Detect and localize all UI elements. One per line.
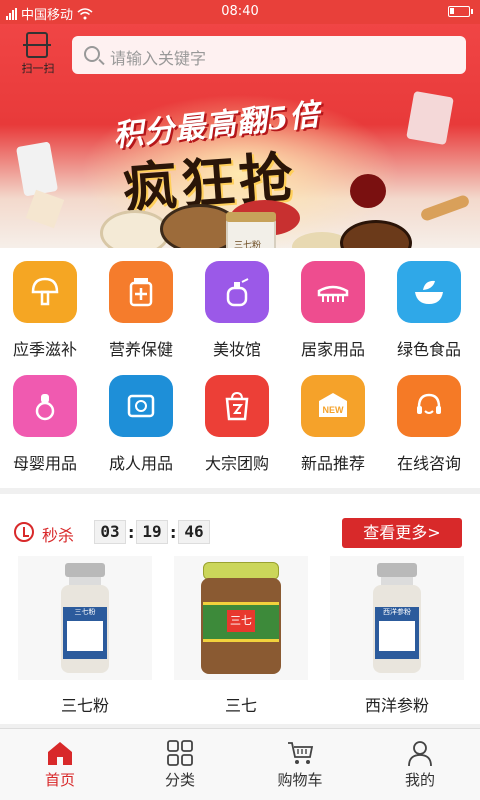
cart-icon [288, 742, 314, 764]
banner-decoration [25, 189, 65, 229]
nav-profile[interactable]: 我的 [360, 729, 480, 800]
scan-button[interactable]: 扫一扫 [14, 32, 62, 75]
support-headset-icon [397, 375, 461, 437]
product-card[interactable]: 三七粉 三七粉 [18, 556, 152, 715]
category-label: 在线咨询 [396, 454, 461, 473]
mushroom-icon [13, 261, 77, 323]
flash-sale-title: 秒杀 [42, 526, 75, 545]
banner-decoration [419, 193, 471, 223]
alarm-clock-icon [14, 522, 34, 542]
bottom-nav: 首页 分类 购物车 我的 [0, 728, 480, 800]
countdown-timer: 03 : 19 : 46 [94, 520, 210, 544]
category-label: 应季滋补 [12, 340, 77, 359]
scan-label: 扫一扫 [21, 62, 55, 75]
product-name: 西洋参粉 [364, 696, 429, 715]
category-seasonal-tonic[interactable]: 应季滋补 [0, 248, 90, 359]
banner-decoration [406, 90, 454, 146]
shopping-bag-icon [205, 375, 269, 437]
scan-icon [23, 32, 51, 58]
perfume-icon [205, 261, 269, 323]
brush-icon [301, 261, 365, 323]
countdown-separator: : [170, 522, 177, 542]
category-online-consult[interactable]: 在线咨询 [384, 362, 474, 473]
category-label: 新品推荐 [300, 454, 365, 473]
countdown-seconds: 46 [178, 520, 210, 544]
jar-label: 三七 [227, 610, 255, 632]
category-label: 成人用品 [108, 454, 173, 473]
medicine-bottle-icon [109, 261, 173, 323]
countdown-minutes: 19 [136, 520, 168, 544]
jar-image: 三七 [201, 562, 281, 674]
category-label: 母婴用品 [12, 454, 77, 473]
bottle-image: 三七粉 [61, 563, 109, 673]
product-image: 三七 [174, 556, 308, 680]
search-placeholder: 请输入关键字 [110, 49, 207, 68]
category-adult[interactable]: 成人用品 [96, 362, 186, 473]
condom-icon [109, 375, 173, 437]
product-image: 西洋参粉 [330, 556, 464, 680]
search-input[interactable]: 请输入关键字 [72, 36, 466, 74]
bowl-leaf-icon [397, 261, 461, 323]
category-label: 绿色食品 [396, 340, 461, 359]
nav-label: 我的 [404, 771, 435, 789]
svg-text:NEW: NEW [323, 405, 345, 415]
nav-label: 首页 [44, 771, 75, 789]
category-beauty[interactable]: 美妆馆 [192, 248, 282, 359]
flash-sale-section: 秒杀 03 : 19 : 46 查看更多> 三七粉 三七粉 三七 三七 西洋参粉… [0, 494, 480, 724]
category-new-products[interactable]: NEW 新品推荐 [288, 362, 378, 473]
nav-label: 分类 [164, 771, 195, 789]
status-time: 08:40 [221, 4, 259, 19]
category-home[interactable]: 居家用品 [288, 248, 378, 359]
nav-category[interactable]: 分类 [120, 729, 240, 800]
category-label: 大宗团购 [204, 454, 269, 473]
category-label: 美妆馆 [212, 340, 261, 359]
banner-decoration [15, 141, 59, 197]
grid-icon [167, 740, 193, 766]
product-card[interactable]: 三七 三七 [174, 556, 308, 715]
category-grid: 应季滋补 营养保健 美妆馆 居家用品 绿色食品 母婴用品 成人用品 大宗团购 N… [0, 248, 480, 488]
nav-cart[interactable]: 购物车 [240, 729, 360, 800]
pacifier-icon [13, 375, 77, 437]
new-badge-icon: NEW [301, 375, 365, 437]
user-icon [408, 741, 432, 767]
category-group-buy[interactable]: 大宗团购 [192, 362, 282, 473]
nav-label: 购物车 [277, 771, 323, 789]
nav-home[interactable]: 首页 [0, 729, 120, 800]
product-name: 三七粉 [60, 696, 109, 715]
category-label: 居家用品 [300, 340, 365, 359]
banner-product-jar: 三七粉 [226, 212, 276, 248]
countdown-hours: 03 [94, 520, 126, 544]
search-icon [84, 46, 100, 62]
countdown-separator: : [128, 522, 135, 542]
category-green-food[interactable]: 绿色食品 [384, 248, 474, 359]
bottle-image: 西洋参粉 [373, 563, 421, 673]
status-bar: 中国移动 08:40 [0, 0, 480, 24]
home-icon [48, 742, 72, 765]
category-label: 营养保健 [108, 340, 173, 359]
product-image: 三七粉 [18, 556, 152, 680]
product-name: 三七 [224, 696, 257, 715]
banner-product-text: 三七粉 [234, 241, 262, 248]
product-card[interactable]: 西洋参粉 西洋参粉 [330, 556, 464, 715]
battery-icon [448, 6, 473, 17]
view-more-button[interactable]: 查看更多> [342, 518, 462, 548]
category-nutrition-health[interactable]: 营养保健 [96, 248, 186, 359]
category-maternity[interactable]: 母婴用品 [0, 362, 90, 473]
